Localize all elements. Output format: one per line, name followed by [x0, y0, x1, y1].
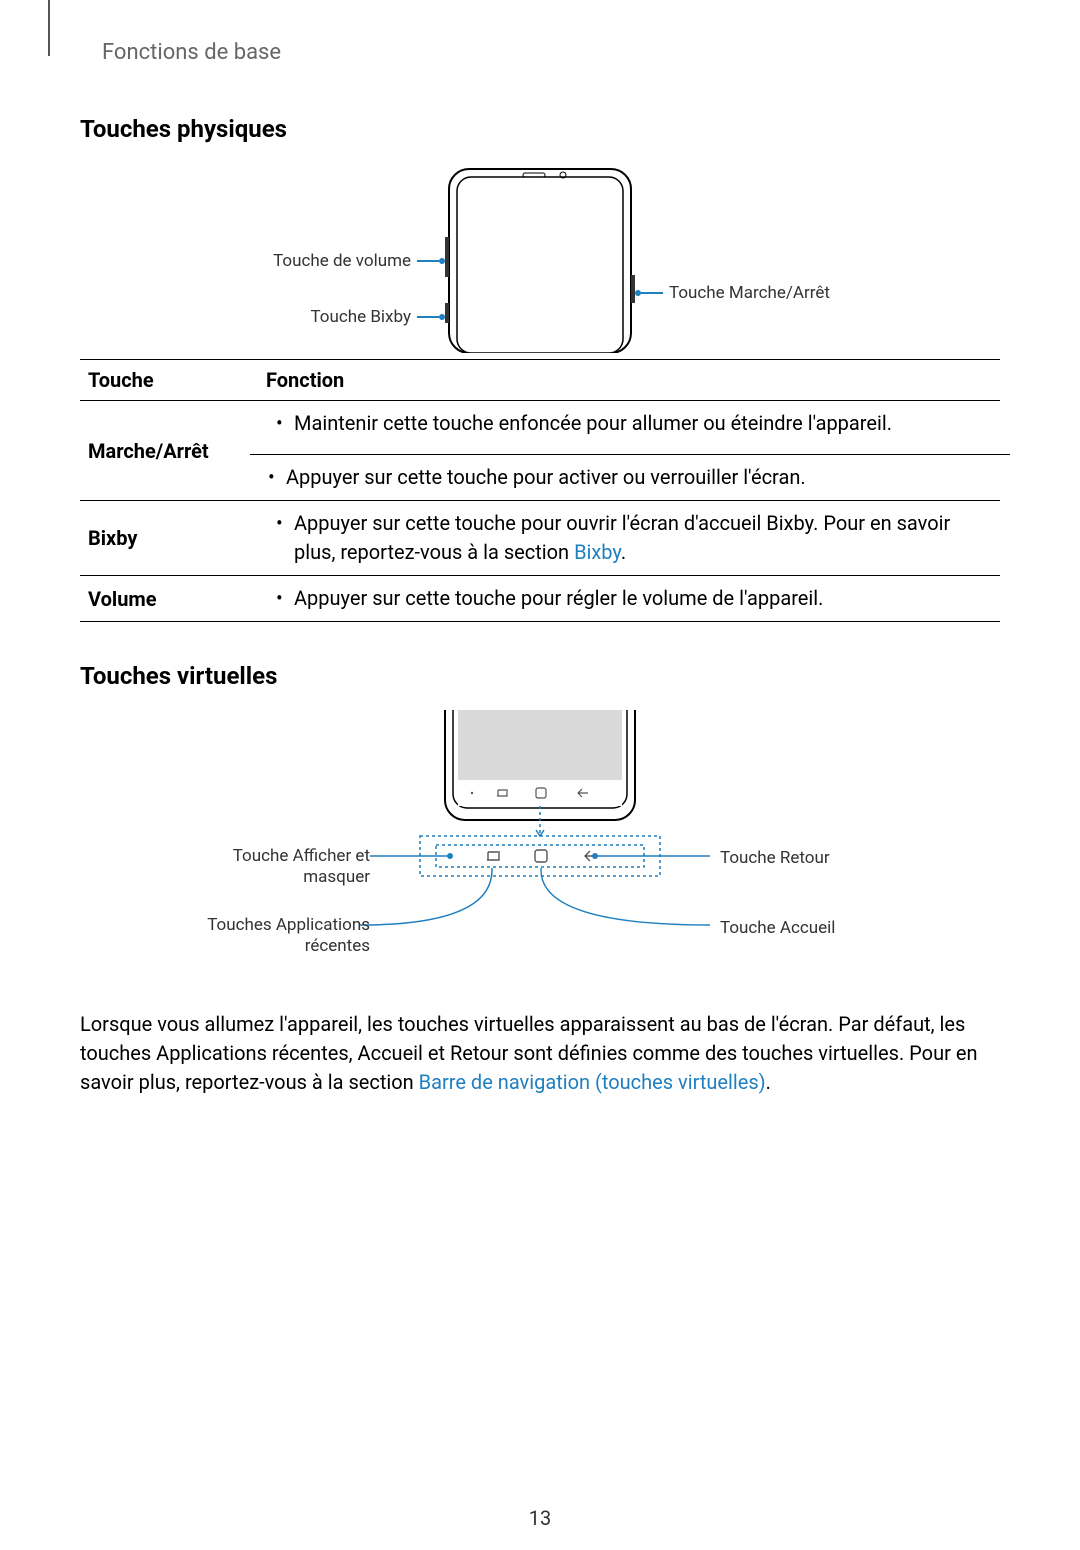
callout-volume-label: Touche de volume	[267, 251, 417, 271]
label-back: Touche Retour	[720, 848, 830, 869]
callout-power-label: Touche Marche/Arrêt	[663, 283, 836, 303]
row-fn-item: Appuyer sur cette touche pour régler le …	[266, 584, 990, 613]
label-home: Touche Accueil	[720, 918, 835, 939]
section-title-virtual-keys: Touches virtuelles	[80, 662, 1000, 690]
label-show-hide: Touche Afficher et masquer	[170, 846, 370, 889]
row-fn-item: Appuyer sur cette touche pour activer ou…	[258, 463, 1000, 492]
table-header-fn: Fonction	[258, 360, 1000, 401]
label-recents: Touches Applications récentes	[190, 915, 370, 958]
phone-bottom-illustration: Touche Afficher et masquer Touches Appli…	[80, 710, 1000, 1000]
section-title-physical-keys: Touches physiques	[80, 115, 1000, 143]
callout-bixby-label: Touche Bixby	[304, 307, 417, 327]
navbar-link[interactable]: Barre de navigation (touches virtuelles)	[419, 1070, 766, 1094]
physical-keys-table: Touche Fonction Marche/Arrêt Maintenir c…	[80, 359, 1000, 622]
page-number: 13	[0, 1506, 1080, 1530]
bixby-link[interactable]: Bixby	[574, 540, 621, 564]
manual-page: Fonctions de base Touches physiques Touc…	[0, 0, 1080, 1550]
table-header-key: Touche	[80, 360, 258, 401]
table-row: Bixby Appuyer sur cette touche pour ouvr…	[80, 501, 1000, 576]
callout-dot-icon	[439, 314, 445, 320]
callout-dot-icon	[439, 258, 445, 264]
row-fn-item: Maintenir cette touche enfoncée pour all…	[266, 409, 990, 438]
table-row: Marche/Arrêt Maintenir cette touche enfo…	[80, 401, 1000, 501]
phone-top-illustration: Touche de volume Touche Bixby Touche Mar…	[80, 163, 1000, 353]
breadcrumb: Fonctions de base	[102, 40, 1000, 65]
row-fn-item: Appuyer sur cette touche pour ouvrir l'é…	[266, 509, 990, 567]
table-row: Volume Appuyer sur cette touche pour rég…	[80, 576, 1000, 622]
virtual-keys-paragraph: Lorsque vous allumez l'appareil, les tou…	[80, 1010, 1000, 1097]
row-key-power: Marche/Arrêt	[80, 401, 258, 501]
row-key-bixby: Bixby	[80, 501, 258, 576]
header-rule	[48, 0, 50, 56]
row-key-volume: Volume	[80, 576, 258, 622]
